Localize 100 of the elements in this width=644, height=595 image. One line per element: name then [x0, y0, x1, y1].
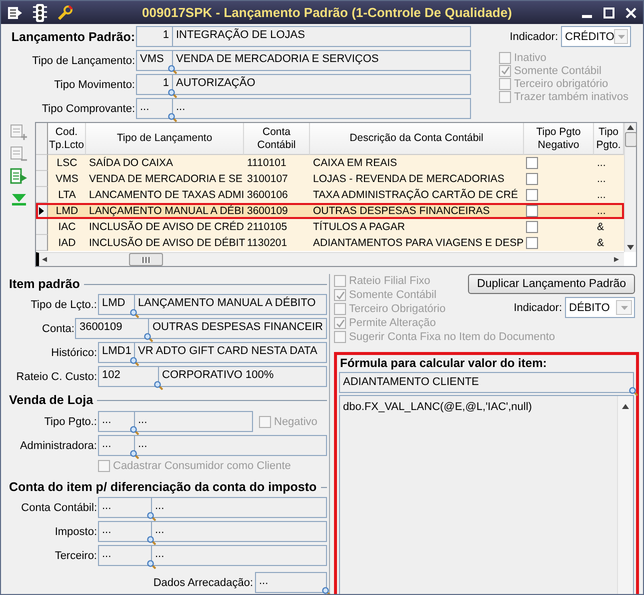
- description-field[interactable]: ...: [135, 435, 327, 456]
- table-cell-text: VENDA DE MERCADORIA E SE: [88, 172, 244, 187]
- description-field[interactable]: CORPORATIVO 100%: [159, 366, 327, 387]
- horizontal-scrollbar[interactable]: [36, 252, 624, 266]
- field-label: Conta:: [41, 322, 76, 334]
- checkbox-label: Terceiro Obrigatório: [349, 303, 446, 315]
- remove-row-icon[interactable]: [10, 146, 28, 162]
- description-field[interactable]: ...: [152, 521, 327, 542]
- window-title: 009017SPK - Lançamento Padrão (1-Controle De Qualidade): [141, 5, 513, 20]
- search-icon[interactable]: [154, 381, 163, 390]
- wrench-icon[interactable]: [57, 4, 73, 20]
- description-field[interactable]: ...: [152, 545, 327, 566]
- close-icon[interactable]: [625, 6, 637, 18]
- search-icon[interactable]: [130, 450, 139, 459]
- description-field[interactable]: AUTORIZAÇÃO: [173, 74, 471, 95]
- scroll-thumb[interactable]: [624, 132, 636, 147]
- checkbox[interactable]: [526, 205, 538, 217]
- field-label: Lançamento Padrão:: [10, 30, 136, 44]
- search-icon[interactable]: [168, 113, 177, 122]
- section-title: Venda de Loja: [9, 393, 94, 407]
- table-cell-text: LANCAMENTO DE TAXAS ADMI: [88, 188, 244, 203]
- search-icon[interactable]: [130, 309, 139, 318]
- move-down-icon[interactable]: [11, 192, 27, 206]
- description-field[interactable]: VENDA DE MERCADORIA E SERVIÇOS: [173, 50, 471, 71]
- up-arrow-icon[interactable]: [622, 404, 629, 409]
- description-field[interactable]: LANÇAMENTO MANUAL A DÉBITO: [135, 294, 327, 315]
- checkbox[interactable]: [526, 221, 538, 233]
- table-cell-text: IAD: [57, 236, 77, 251]
- checkbox-label: Negativo: [274, 416, 318, 428]
- checkbox-label: Trazer também inativos: [514, 90, 629, 102]
- checkbox-label: Inativo: [514, 52, 546, 64]
- search-icon[interactable]: [147, 536, 156, 545]
- grid-row[interactable]: LTA LANCAMENTO DE TAXAS ADMI 3600106 TAXA ADMINISTRAÇÃO CARTÃO DE CRÉ ...: [36, 187, 624, 203]
- code-field[interactable]: 1: [136, 26, 173, 47]
- grid-row[interactable]: LMD LANÇAMENTO MANUAL A DÉBI 3600109 OUTRAS DESPESAS FINANCEIRAS ...: [36, 203, 624, 219]
- table-cell-text: SAÍDA DO CAIXA: [88, 156, 174, 171]
- checkbox-label: Terceiro obrigatório: [514, 78, 608, 90]
- report-icon[interactable]: [7, 6, 23, 20]
- search-icon[interactable]: [147, 560, 156, 569]
- checkbox-label: Somente Contábil: [514, 64, 602, 76]
- table-cell-text: IAC: [57, 220, 77, 235]
- field-label: Tipo de Lançamento:: [31, 54, 136, 66]
- up-arrow-icon[interactable]: [627, 125, 634, 130]
- grid-row[interactable]: VMS VENDA DE MERCADORIA E SE 3100107 LOJAS - REVENDA DE MERCADORIAS ...: [36, 171, 624, 187]
- table-cell-text: 3600106: [246, 188, 289, 203]
- checkbox[interactable]: [526, 189, 538, 201]
- table-cell-text: ...: [596, 188, 607, 203]
- vertical-scrollbar[interactable]: [624, 123, 636, 252]
- description-field[interactable]: ...: [135, 411, 253, 432]
- row-header[interactable]: [36, 203, 48, 219]
- field-label: Administradora:: [18, 440, 98, 452]
- checkbox-label: Permite Alteração: [349, 317, 436, 329]
- field-label: Histórico:: [50, 346, 98, 358]
- table-cell-text: LSC: [56, 156, 78, 171]
- table-cell-text: &: [596, 220, 606, 235]
- description-field[interactable]: INTEGRAÇÃO DE LOJAS: [173, 26, 471, 47]
- field-label: Imposto:: [54, 526, 98, 538]
- description-field[interactable]: VR ADTO GIFT CARD NESTA DATA: [135, 342, 327, 363]
- table-cell-text: CAIXA EM REAIS: [312, 156, 398, 171]
- checkbox[interactable]: [526, 237, 538, 249]
- search-icon[interactable]: [322, 587, 331, 594]
- search-icon[interactable]: [130, 357, 139, 366]
- description-field[interactable]: OUTRAS DESPESAS FINANCEIR: [149, 318, 327, 339]
- add-row-icon[interactable]: [10, 124, 28, 140]
- search-icon[interactable]: [130, 426, 139, 435]
- table-cell-text: ...: [596, 156, 607, 171]
- field-label: Tipo Pgto.:: [43, 416, 98, 428]
- checkbox[interactable]: [526, 173, 538, 185]
- section-title: Conta do item p/ diferenciação da conta do imposto: [9, 480, 317, 494]
- grid-row[interactable]: IAC INCLUSÃO DE AVISO DE CRÉD 2110105 TÍTULOS A PAGAR &: [36, 219, 624, 235]
- grid-row[interactable]: LSC SAÍDA DO CAIXA 1110101 CAIXA EM REAIS ...: [36, 155, 624, 171]
- formula-text-area[interactable]: dbo.FX_VAL_LANC(@E,@L,'IAC',null): [339, 395, 634, 594]
- field-label: Dados Arrecadação:: [153, 576, 253, 588]
- right-arrow-icon[interactable]: [614, 257, 621, 262]
- table-cell-text: 1110101: [246, 156, 288, 171]
- current-row-icon: [39, 206, 44, 214]
- field-label: Conta Contábil:: [20, 502, 98, 514]
- table-cell-text: LMD: [54, 204, 80, 219]
- table-cell-text: LOJAS - REVENDA DE MERCADORIAS: [312, 172, 506, 187]
- search-icon[interactable]: [168, 89, 177, 98]
- duplicate-button[interactable]: Duplicar Lançamento Padrão: [468, 274, 635, 294]
- grid-row[interactable]: IAD INCLUSÃO DE AVISO DE DÉBIT 1130201 ADIANTAMENTOS PARA VIAGENS E DESP &: [36, 235, 624, 251]
- search-icon[interactable]: [147, 512, 156, 521]
- indicator-dropdown[interactable]: DÉBITO: [565, 297, 635, 318]
- scroll-thumb[interactable]: [129, 253, 163, 266]
- indicator-dropdown[interactable]: CRÉDITO: [561, 26, 631, 47]
- search-icon[interactable]: [168, 65, 177, 74]
- export-icon[interactable]: [10, 168, 28, 186]
- down-arrow-icon[interactable]: [627, 245, 634, 250]
- search-icon[interactable]: [629, 387, 638, 396]
- field-label: Rateio C. Custo:: [15, 370, 98, 382]
- checkbox[interactable]: [526, 157, 538, 169]
- table-cell-text: TAXA ADMINISTRAÇÃO CARTÃO DE CRÉ: [312, 188, 519, 203]
- traffic-light-icon[interactable]: [33, 4, 47, 22]
- maximize-icon[interactable]: [603, 6, 615, 18]
- table-cell-text: 3100107: [246, 172, 289, 187]
- search-icon[interactable]: [144, 333, 154, 342]
- left-arrow-icon[interactable]: [42, 257, 49, 262]
- description-field[interactable]: ...: [152, 497, 327, 518]
- description-field[interactable]: ...: [173, 98, 471, 119]
